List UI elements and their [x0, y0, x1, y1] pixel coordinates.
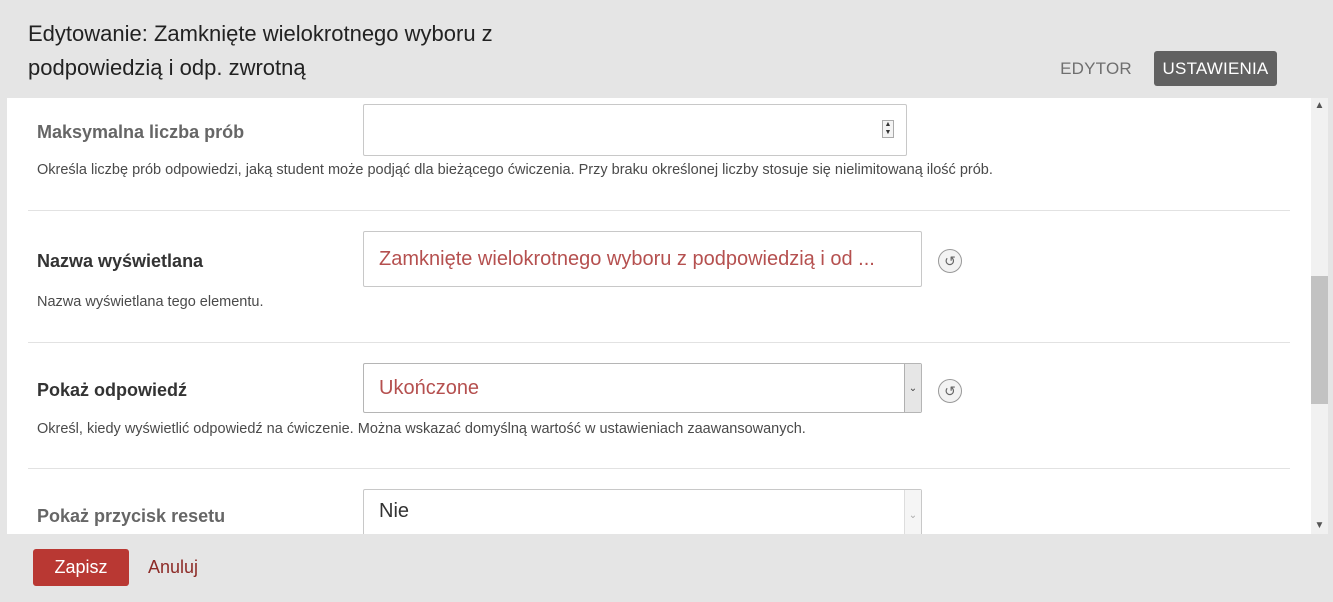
title-line-1: Edytowanie: Zamknięte wielokrotnego wybo… — [28, 21, 493, 46]
show-reset-value: Nie — [379, 499, 410, 522]
settings-panel: Maksymalna liczba prób ▲ ▼ Określa liczbę… — [7, 98, 1311, 534]
tab-editor[interactable]: EDYTOR — [1051, 51, 1141, 86]
modal-footer: Zapisz Anuluj — [0, 534, 1333, 602]
scroll-down-icon[interactable]: ▼ — [1311, 518, 1328, 534]
reset-icon[interactable]: ↺ — [938, 249, 962, 273]
title-line-2: podpowiedzią i odp. zwrotną — [28, 55, 306, 80]
display-name-help: Nazwa wyświetlana tego elementu. — [37, 294, 264, 310]
divider — [28, 468, 1290, 469]
reset-icon[interactable]: ↺ — [938, 379, 962, 403]
scrollbar[interactable]: ▲ ▼ — [1311, 98, 1328, 534]
display-name-input[interactable]: Zamknięte wielokrotnego wyboru z podpowi… — [363, 231, 922, 287]
display-name-value: Zamknięte wielokrotnego wyboru z podpowi… — [379, 247, 875, 270]
divider — [28, 342, 1290, 343]
modal-header: Edytowanie: Zamknięte wielokrotnego wybo… — [0, 0, 1333, 98]
modal-title: Edytowanie: Zamknięte wielokrotnego wybo… — [28, 17, 588, 85]
scroll-thumb[interactable] — [1311, 276, 1328, 404]
max-attempts-help: Określa liczbę prób odpowiedzi, jaką stu… — [37, 162, 993, 178]
spinner-icon[interactable]: ▲ ▼ — [882, 120, 894, 138]
show-answer-label: Pokaż odpowiedź — [37, 380, 188, 400]
divider — [28, 210, 1290, 211]
show-answer-help: Określ, kiedy wyświetlić odpowiedź na ćw… — [37, 421, 806, 437]
save-button[interactable]: Zapisz — [33, 549, 129, 586]
chevron-down-icon: ⌄ — [904, 364, 921, 412]
max-attempts-input[interactable]: ▲ ▼ — [363, 104, 907, 156]
show-reset-select[interactable]: Nie ⌄ — [363, 489, 922, 534]
display-name-label: Nazwa wyświetlana — [37, 251, 204, 271]
show-answer-select[interactable]: Ukończone ⌄ — [363, 363, 922, 413]
cancel-button[interactable]: Anuluj — [148, 549, 198, 586]
show-reset-label: Pokaż przycisk resetu — [37, 506, 226, 526]
chevron-down-icon: ⌄ — [904, 490, 921, 534]
tab-settings[interactable]: USTAWIENIA — [1154, 51, 1277, 86]
max-attempts-label: Maksymalna liczba prób — [37, 122, 245, 142]
scroll-up-icon[interactable]: ▲ — [1311, 98, 1328, 114]
show-answer-value: Ukończone — [379, 376, 480, 399]
